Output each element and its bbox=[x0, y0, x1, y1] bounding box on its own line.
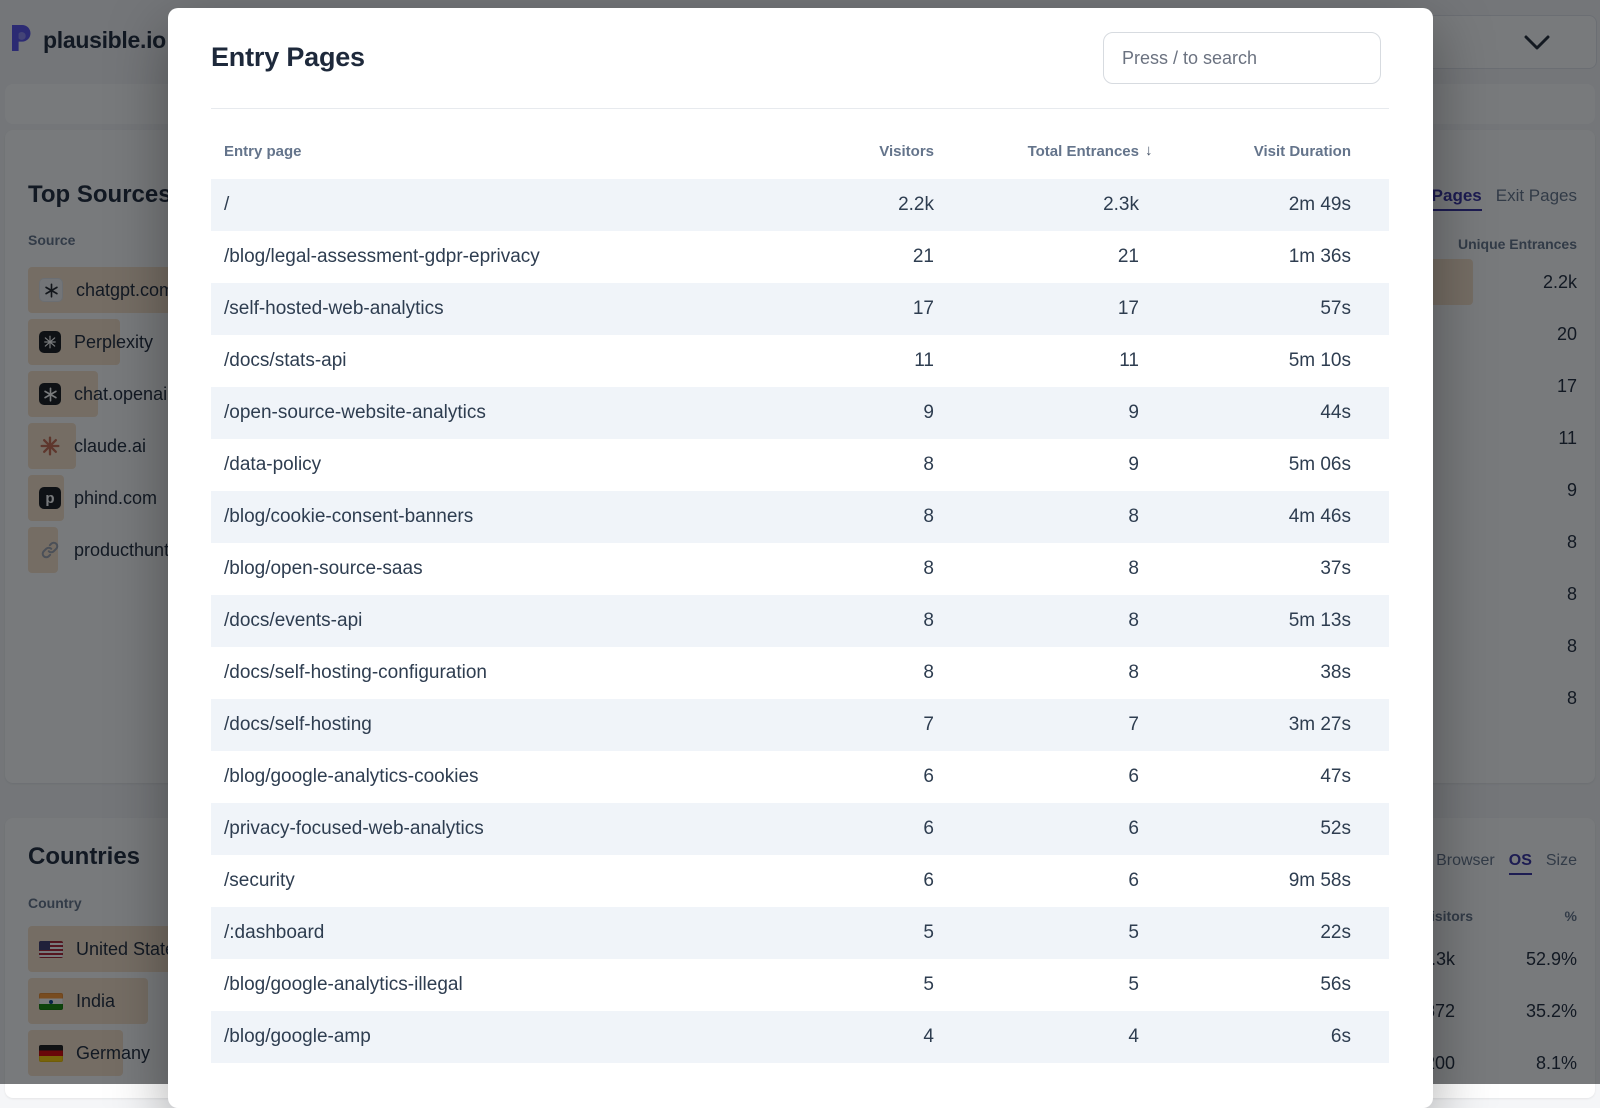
table-row[interactable]: /self-hosted-web-analytics 17 17 57s bbox=[211, 283, 1389, 335]
entry-page-path: /blog/legal-assessment-gdpr-eprivacy bbox=[224, 246, 744, 268]
column-header-visitors[interactable]: Visitors bbox=[744, 143, 934, 160]
total-entrances-value: 8 bbox=[934, 662, 1139, 684]
total-entrances-value: 9 bbox=[934, 402, 1139, 424]
table-row[interactable]: /blog/google-analytics-cookies 6 6 47s bbox=[211, 751, 1389, 803]
visit-duration-value: 2m 49s bbox=[1139, 194, 1351, 216]
visitors-value: 7 bbox=[744, 714, 934, 736]
table-row[interactable]: /blog/google-analytics-illegal 5 5 56s bbox=[211, 959, 1389, 1011]
entry-page-path: /self-hosted-web-analytics bbox=[224, 298, 744, 320]
column-header-entry-page: Entry page bbox=[224, 143, 744, 160]
entry-page-path: /:dashboard bbox=[224, 922, 744, 944]
table-row[interactable]: /security 6 6 9m 58s bbox=[211, 855, 1389, 907]
total-entrances-value: 17 bbox=[934, 298, 1139, 320]
visitors-value: 5 bbox=[744, 974, 934, 996]
table-row[interactable]: /:dashboard 5 5 22s bbox=[211, 907, 1389, 959]
entry-page-path: /docs/self-hosting-configuration bbox=[224, 662, 744, 684]
visit-duration-value: 38s bbox=[1139, 662, 1351, 684]
visitors-value: 17 bbox=[744, 298, 934, 320]
total-entrances-value: 8 bbox=[934, 558, 1139, 580]
visit-duration-value: 37s bbox=[1139, 558, 1351, 580]
total-entrances-value: 6 bbox=[934, 818, 1139, 840]
visit-duration-value: 6s bbox=[1139, 1026, 1351, 1048]
table-row[interactable]: /docs/stats-api 11 11 5m 10s bbox=[211, 335, 1389, 387]
total-entrances-value: 8 bbox=[934, 506, 1139, 528]
entry-page-path: /docs/self-hosting bbox=[224, 714, 744, 736]
entry-page-path: /open-source-website-analytics bbox=[224, 402, 744, 424]
total-entrances-label: Total Entrances bbox=[1028, 143, 1139, 160]
visit-duration-value: 22s bbox=[1139, 922, 1351, 944]
visit-duration-value: 56s bbox=[1139, 974, 1351, 996]
total-entrances-value: 5 bbox=[934, 974, 1139, 996]
visit-duration-value: 4m 46s bbox=[1139, 506, 1351, 528]
entry-page-path: / bbox=[224, 194, 744, 216]
table-row[interactable]: /blog/legal-assessment-gdpr-eprivacy 21 … bbox=[211, 231, 1389, 283]
visit-duration-value: 5m 10s bbox=[1139, 350, 1351, 372]
table-row[interactable]: /privacy-focused-web-analytics 6 6 52s bbox=[211, 803, 1389, 855]
entry-page-path: /docs/events-api bbox=[224, 610, 744, 632]
table-header-row: Entry page Visitors Total Entrances↓ Vis… bbox=[211, 109, 1389, 179]
column-header-visit-duration[interactable]: Visit Duration bbox=[1139, 143, 1351, 160]
visit-duration-value: 9m 58s bbox=[1139, 870, 1351, 892]
total-entrances-value: 7 bbox=[934, 714, 1139, 736]
entry-pages-table: / 2.2k 2.3k 2m 49s /blog/legal-assessmen… bbox=[211, 179, 1389, 1063]
visitors-value: 6 bbox=[744, 818, 934, 840]
visitors-value: 8 bbox=[744, 454, 934, 476]
table-row[interactable]: /blog/open-source-saas 8 8 37s bbox=[211, 543, 1389, 595]
table-row[interactable]: /open-source-website-analytics 9 9 44s bbox=[211, 387, 1389, 439]
visitors-value: 8 bbox=[744, 662, 934, 684]
entry-pages-modal: Entry Pages Entry page Visitors Total En… bbox=[168, 8, 1433, 1108]
table-row[interactable]: /docs/self-hosting-configuration 8 8 38s bbox=[211, 647, 1389, 699]
visit-duration-value: 5m 06s bbox=[1139, 454, 1351, 476]
visitors-value: 4 bbox=[744, 1026, 934, 1048]
table-row[interactable]: /docs/self-hosting 7 7 3m 27s bbox=[211, 699, 1389, 751]
table-row[interactable]: /blog/cookie-consent-banners 8 8 4m 46s bbox=[211, 491, 1389, 543]
entry-page-path: /privacy-focused-web-analytics bbox=[224, 818, 744, 840]
entry-page-path: /blog/cookie-consent-banners bbox=[224, 506, 744, 528]
visitors-value: 11 bbox=[744, 350, 934, 372]
entry-page-path: /blog/google-analytics-illegal bbox=[224, 974, 744, 996]
visitors-value: 9 bbox=[744, 402, 934, 424]
total-entrances-value: 6 bbox=[934, 870, 1139, 892]
modal-title: Entry Pages bbox=[211, 42, 365, 73]
visitors-value: 8 bbox=[744, 506, 934, 528]
total-entrances-value: 11 bbox=[934, 350, 1139, 372]
entry-page-path: /docs/stats-api bbox=[224, 350, 744, 372]
total-entrances-value: 4 bbox=[934, 1026, 1139, 1048]
visit-duration-value: 1m 36s bbox=[1139, 246, 1351, 268]
visitors-value: 8 bbox=[744, 558, 934, 580]
entry-page-path: /blog/google-amp bbox=[224, 1026, 744, 1048]
entry-page-path: /blog/google-analytics-cookies bbox=[224, 766, 744, 788]
visit-duration-value: 5m 13s bbox=[1139, 610, 1351, 632]
total-entrances-value: 8 bbox=[934, 610, 1139, 632]
total-entrances-value: 6 bbox=[934, 766, 1139, 788]
search-input[interactable] bbox=[1103, 32, 1381, 84]
visit-duration-value: 3m 27s bbox=[1139, 714, 1351, 736]
visit-duration-value: 57s bbox=[1139, 298, 1351, 320]
total-entrances-value: 9 bbox=[934, 454, 1139, 476]
entry-page-path: /blog/open-source-saas bbox=[224, 558, 744, 580]
sort-descending-icon: ↓ bbox=[1145, 142, 1153, 159]
visitors-value: 2.2k bbox=[744, 194, 934, 216]
visitors-value: 21 bbox=[744, 246, 934, 268]
visitors-value: 5 bbox=[744, 922, 934, 944]
entry-page-path: /data-policy bbox=[224, 454, 744, 476]
visit-duration-value: 44s bbox=[1139, 402, 1351, 424]
total-entrances-value: 21 bbox=[934, 246, 1139, 268]
visitors-value: 6 bbox=[744, 766, 934, 788]
visitors-value: 6 bbox=[744, 870, 934, 892]
visitors-value: 8 bbox=[744, 610, 934, 632]
table-row[interactable]: /data-policy 8 9 5m 06s bbox=[211, 439, 1389, 491]
column-header-total-entrances[interactable]: Total Entrances↓ bbox=[934, 143, 1139, 160]
table-row[interactable]: / 2.2k 2.3k 2m 49s bbox=[211, 179, 1389, 231]
total-entrances-value: 2.3k bbox=[934, 194, 1139, 216]
visit-duration-value: 52s bbox=[1139, 818, 1351, 840]
visit-duration-value: 47s bbox=[1139, 766, 1351, 788]
total-entrances-value: 5 bbox=[934, 922, 1139, 944]
table-row[interactable]: /blog/google-amp 4 4 6s bbox=[211, 1011, 1389, 1063]
entry-page-path: /security bbox=[224, 870, 744, 892]
table-row[interactable]: /docs/events-api 8 8 5m 13s bbox=[211, 595, 1389, 647]
